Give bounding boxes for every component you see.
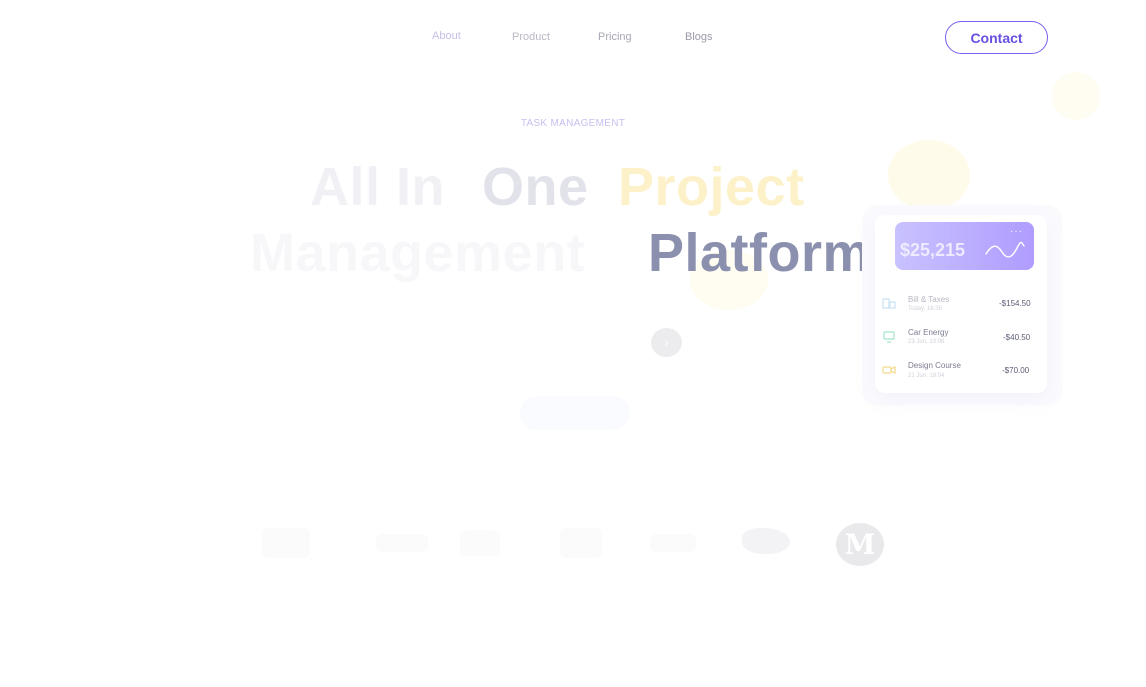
partner-logo xyxy=(460,530,500,556)
partner-logo xyxy=(262,528,310,558)
top-nav: About Product Pricing Blogs Contact xyxy=(0,0,1146,76)
partner-logo xyxy=(560,528,602,558)
transaction-amount: -$70.00 xyxy=(1002,366,1030,375)
nav-link-blogs[interactable]: Blogs xyxy=(685,31,713,43)
partner-logo xyxy=(742,528,790,554)
monitor-icon xyxy=(882,331,896,343)
decor-blob xyxy=(888,140,970,210)
transaction-amount: -$154.50 xyxy=(999,299,1031,308)
partner-logo xyxy=(376,534,428,552)
balance-amount: $25,215 xyxy=(900,240,966,260)
contact-button[interactable]: Contact xyxy=(945,21,1048,54)
transaction-name: Car Energy xyxy=(908,328,949,337)
nav-link-about[interactable]: About xyxy=(432,30,461,42)
headline-word: Platform xyxy=(648,223,872,283)
chevron-right-icon: › xyxy=(664,335,669,350)
hero-cta-ghost xyxy=(520,396,630,430)
headline-word: Management xyxy=(250,223,586,283)
transaction-date: 23 Jun, 13:06 xyxy=(908,339,945,345)
medium-logo-icon: M xyxy=(836,523,884,566)
headline-word: Project xyxy=(618,157,805,217)
transaction-date: 21 Jun, 19:04 xyxy=(908,373,945,379)
nav-link-pricing[interactable]: Pricing xyxy=(598,31,632,43)
headline-word: One xyxy=(482,157,589,217)
transaction-name: Bill & Taxes xyxy=(908,295,950,304)
headline-word: All In xyxy=(310,157,445,217)
decor-blob xyxy=(1052,72,1100,120)
nav-link-product[interactable]: Product xyxy=(512,31,550,43)
more-dots-icon[interactable]: ··· xyxy=(1010,226,1023,237)
building-icon xyxy=(882,297,896,309)
wave-line-icon xyxy=(985,241,1025,258)
hero-eyebrow: TASK MANAGEMENT xyxy=(520,118,626,129)
play-video-button[interactable]: › xyxy=(651,328,682,357)
video-icon xyxy=(882,364,896,376)
transaction-name: Design Course xyxy=(908,361,961,370)
transaction-amount: -$40.50 xyxy=(1003,333,1031,342)
partner-logo xyxy=(650,534,696,552)
transaction-date: Today, 16:36 xyxy=(908,306,942,312)
